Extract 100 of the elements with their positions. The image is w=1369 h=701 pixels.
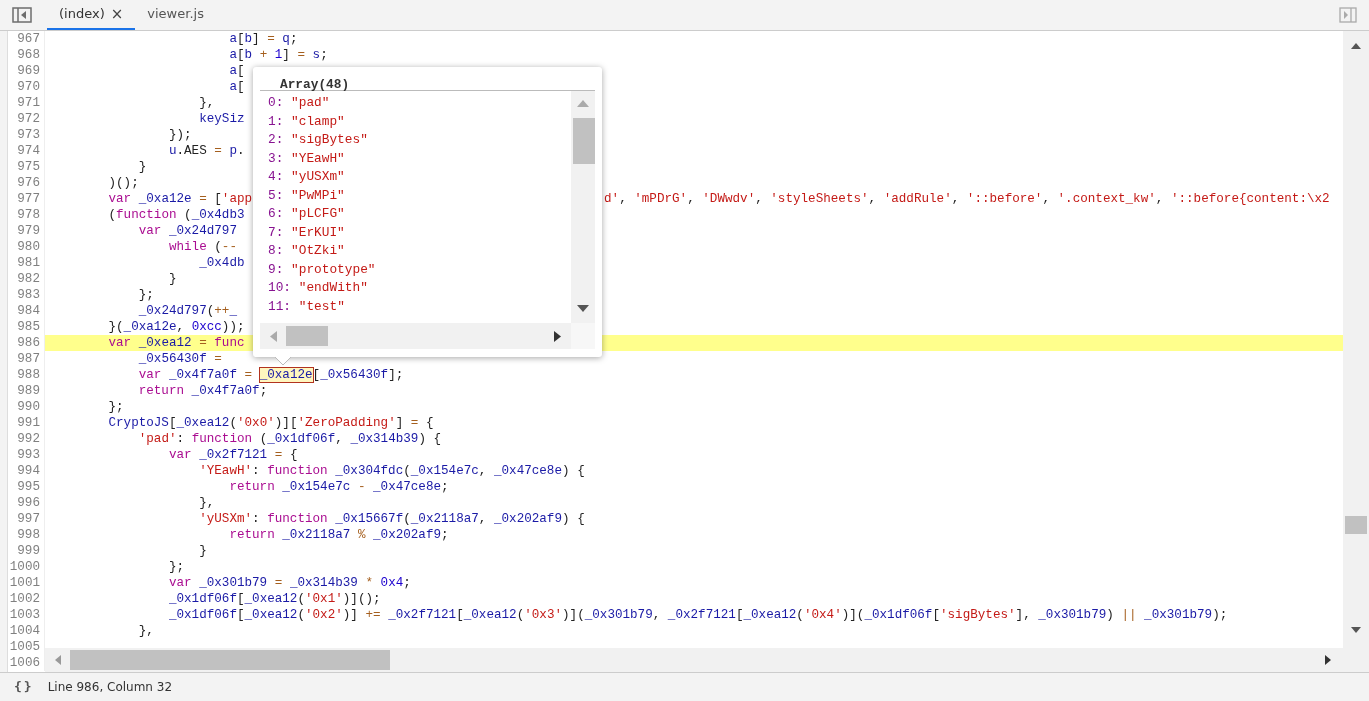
close-icon[interactable]: × [110,2,124,26]
code-line: 'yUSXm': function _0x15667f(_0x2118a7, _0x202af9) { [198,511,585,527]
code-line: _0x1df06f[_0xea12('0x2')] += _0x2f7121[_0xea12('0x3')](_0x301b79, _0x2f7121[_0xea12('0x4')](_0x1df06f['sigBytes'], _0x301b79) || _0x301b79); [167,607,1228,623]
line-number: 980 [8,239,45,255]
scrollbar-thumb[interactable] [573,118,595,164]
editor-tab[interactable]: viewer.js [135,0,216,30]
code-line: var _0xa12e = ['app [107,191,253,207]
code-line: }; [167,559,185,575]
array-entry: 2: "sigBytes" [268,131,368,149]
array-entry: 1: "clamp" [268,112,345,131]
scroll-down-icon [1351,627,1361,633]
code-line: }(_0xa12e, 0xcc)); [107,319,245,335]
line-number: 1001 [8,575,45,591]
scroll-right-icon [554,331,561,342]
scroll-right-icon [1325,655,1331,665]
line-number: 987 [8,351,45,367]
line-number: 978 [8,207,45,223]
line-number: 967 [8,31,45,47]
array-entry: 3: "YEawH" [268,149,345,168]
horizontal-scrollbar[interactable] [45,648,1343,672]
code-line: (function (_0x4db3 [107,207,245,223]
line-number: 969 [8,63,45,79]
line-number: 1003 [8,607,45,623]
array-entry: 11: "test" [268,297,345,316]
line-number: 998 [8,527,45,543]
line-number: 997 [8,511,45,527]
array-entry: 4: "yUSXm" [268,168,345,186]
horizontal-scrollbar[interactable] [260,323,571,349]
code-line: }, [198,95,215,111]
code-line: a[b + 1] = s; [228,47,328,63]
sidebar-toggle-icon[interactable] [11,7,33,23]
scroll-up-icon [1351,43,1361,49]
array-entry: 6: "pLCFG" [268,205,345,223]
code-line: var _0x301b79 = _0x314b39 * 0x4; [167,575,411,591]
code-line: a[ [228,63,245,79]
line-number: 979 [8,223,45,239]
line-number: 990 [8,399,45,415]
code-line: while (-- [167,239,237,255]
code-line: }, [198,495,215,511]
line-number: 996 [8,495,45,511]
code-line: } [167,271,177,287]
code-line: }; [107,399,124,415]
code-line: } [198,543,207,559]
scroll-up-icon [577,100,589,107]
line-number: 1002 [8,591,45,607]
line-number: 982 [8,271,45,287]
line-number: 971 [8,95,45,111]
editor-tab[interactable]: (index) × [47,0,136,30]
array-entry: 7: "ErKUI" [268,223,345,242]
line-number: 972 [8,111,45,127]
code-line: keySiz [198,111,245,127]
line-number: 985 [8,319,45,335]
code-line: u.AES = p. [167,143,245,159]
line-number: 984 [8,303,45,319]
code-line: return _0x4f7a0f; [137,383,268,399]
line-number: 988 [8,367,45,383]
code-line: _0x24d797(++_ [137,303,237,319]
scroll-left-icon [55,655,61,665]
array-entry: 9: "prototype" [268,260,376,279]
line-number: 970 [8,79,45,95]
line-number: 989 [8,383,45,399]
line-number: 992 [8,431,45,447]
cursor-position: Line 986, Column 32 [47,679,173,696]
scrollbar-thumb[interactable] [70,650,390,670]
vertical-scrollbar[interactable] [1343,31,1369,672]
scroll-down-icon [577,305,589,312]
code-line: var _0x4f7a0f = _0xa12e[_0x56430f]; [137,367,404,383]
line-number: 968 [8,47,45,63]
code-line: var _0x2f7121 = { [167,447,298,463]
line-number: 977 [8,191,45,207]
code-line: return _0x2118a7 % _0x202af9; [228,527,449,543]
line-number: 999 [8,543,45,559]
array-entry: 8: "OtZki" [268,242,345,260]
line-number: 1004 [8,623,45,639]
scrollbar-thumb[interactable] [1345,516,1367,534]
code-line: a[b] = q; [228,31,298,47]
line-number: 974 [8,143,45,159]
array-entry: 10: "endWith" [268,279,368,297]
line-number: 983 [8,287,45,303]
array-entry: 0: "pad" [268,94,330,112]
line-number: 973 [8,127,45,143]
code-line: 'pad': function (_0x1df06f, _0x314b39) { [137,431,442,447]
code-line: CryptoJS[_0xea12('0x0')]['ZeroPadding'] = { [107,415,434,431]
line-number: 1000 [8,559,45,575]
line-number: 995 [8,479,45,495]
code-line: _0x56430f = [137,351,222,367]
vertical-scrollbar[interactable] [571,91,595,323]
code-line: } [137,159,147,175]
code-line: }; [137,287,154,303]
line-number: 975 [8,159,45,175]
popover-title: Array(48) [280,77,350,92]
code-line: a[ [228,79,245,95]
panel-toggle-icon[interactable] [1339,7,1357,23]
scrollbar-thumb[interactable] [286,326,328,346]
code-line: var _0x24d797 [137,223,237,239]
pretty-print-button[interactable]: {} [14,677,34,697]
code-line: return _0x154e7c - _0x47ce8e; [228,479,449,495]
line-number: 976 [8,175,45,191]
code-line: _0x4db [198,255,245,271]
line-number: 991 [8,415,45,431]
